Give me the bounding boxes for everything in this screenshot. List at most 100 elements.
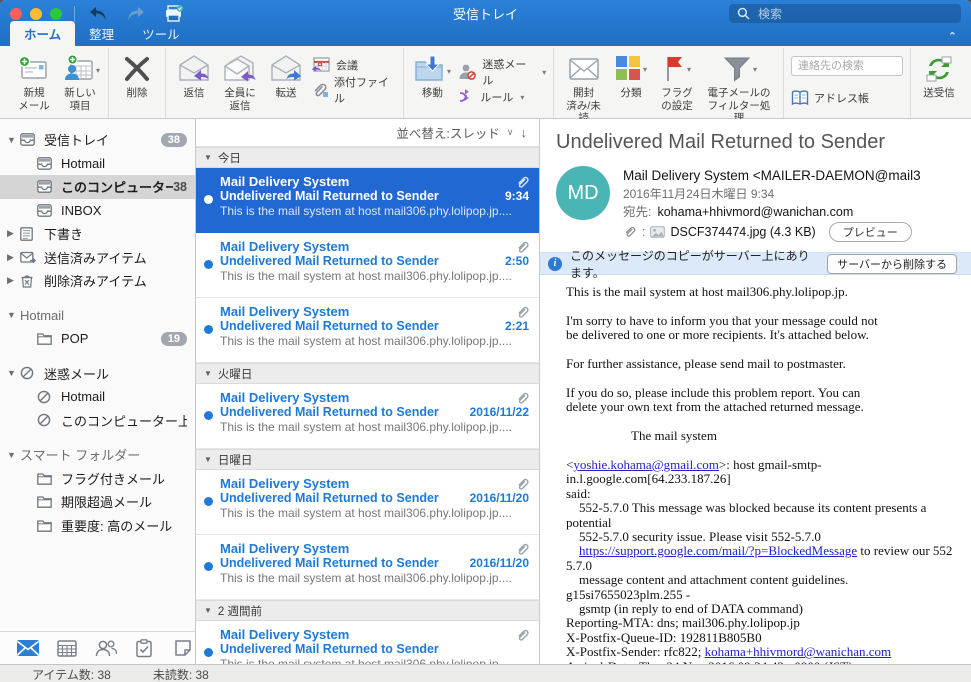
ribbon-group-tags: 開封 済み/未読 ▾ 分類 bbox=[554, 48, 784, 124]
new-mail-button[interactable]: 新規 メール bbox=[11, 50, 57, 112]
sidebar-item-下書き[interactable]: ▶ 下書き bbox=[0, 222, 195, 246]
move-button[interactable]: ▾ 移動 bbox=[409, 50, 455, 100]
attachment-name[interactable]: DSCF374474.jpg (4.3 KB) bbox=[670, 223, 815, 241]
collapse-ribbon-icon[interactable]: ⌃ bbox=[948, 30, 957, 43]
paperclip-icon bbox=[516, 175, 529, 189]
close-window-button[interactable] bbox=[10, 7, 22, 20]
tab-整理[interactable]: 整理 bbox=[75, 21, 128, 46]
body-line: I'm sorry to have to inform you that you… bbox=[566, 312, 878, 328]
rules-button[interactable]: ルール ▾ bbox=[457, 88, 546, 106]
sidebar-item-フラグ付きメール[interactable]: フラグ付きメール bbox=[0, 467, 195, 491]
sidebar-item-Hotmail[interactable]: Hotmail bbox=[0, 385, 195, 409]
search-box[interactable] bbox=[729, 4, 961, 23]
delete-button[interactable]: 削除 bbox=[114, 50, 160, 100]
group-disclosure-icon[interactable]: ▼ bbox=[204, 153, 212, 162]
junk-mail-button[interactable]: 迷惑メール ▾ bbox=[457, 56, 546, 88]
address-book-button[interactable]: アドレス帳 bbox=[791, 90, 903, 106]
disclosure-down-icon[interactable]: ▼ bbox=[7, 450, 20, 460]
disclosure-down-icon[interactable]: ▼ bbox=[7, 368, 20, 378]
body-link[interactable]: kohama+hhivmord@wanichan.com bbox=[705, 644, 891, 659]
message-row[interactable]: Mail Delivery System Undelivered Mail Ret… bbox=[196, 621, 539, 664]
sidebar-item-このコンピューター上[interactable]: このコンピューター上 bbox=[0, 409, 195, 433]
message-row[interactable]: Mail Delivery System Undelivered Mail Ret… bbox=[196, 298, 539, 363]
message-group-header[interactable]: ▼ 今日 bbox=[196, 147, 539, 168]
tab-ホーム[interactable]: ホーム bbox=[10, 21, 76, 46]
undo-icon[interactable] bbox=[87, 5, 109, 23]
sidebar-item-重要度: 高のメール[interactable]: 重要度: 高のメール bbox=[0, 514, 195, 538]
folder-icon bbox=[37, 471, 54, 486]
items-count: アイテム数: 38 bbox=[32, 667, 111, 682]
categorize-button[interactable]: ▾ 分類 bbox=[608, 50, 654, 100]
folder-icon bbox=[37, 331, 54, 346]
send-receive-button[interactable]: 送受信 bbox=[916, 50, 962, 100]
body-link[interactable]: https://support.google.com/mail/?p=Block… bbox=[579, 543, 857, 558]
sidebar-item-迷惑メール[interactable]: ▼ 迷惑メール bbox=[0, 362, 195, 386]
calendar-module-icon[interactable] bbox=[55, 638, 79, 658]
disclosure-right-icon[interactable]: ▶ bbox=[7, 252, 20, 263]
message-rows: ▼ 今日 Mail Delivery System Undelivered Mail … bbox=[196, 147, 539, 664]
message-body: This is the mail system at host mail306.… bbox=[540, 275, 971, 664]
body-line: be delivered to one or more recipients. … bbox=[566, 327, 869, 343]
reply-all-label: 全員に 返信 bbox=[224, 87, 256, 112]
group-disclosure-icon[interactable]: ▼ bbox=[204, 369, 212, 378]
search-icon bbox=[737, 7, 750, 20]
search-input[interactable] bbox=[756, 5, 953, 22]
message-header: MD Mail Delivery System <MAILER-DAEMON@m… bbox=[540, 160, 971, 252]
sidebar-item-受信トレイ[interactable]: ▼ 受信トレイ 38 bbox=[0, 128, 195, 152]
filter-button[interactable]: ▾ 電子メールの フィルター処理 bbox=[700, 50, 778, 125]
sidebar-item-このコンピューター上[interactable]: このコンピューター上38 bbox=[0, 175, 195, 199]
sidebar-item-削除済みアイテム[interactable]: ▶ 削除済みアイテム bbox=[0, 269, 195, 293]
group-disclosure-icon[interactable]: ▼ bbox=[204, 606, 212, 615]
categorize-icon: ▾ bbox=[613, 50, 649, 87]
message-row[interactable]: Mail Delivery System Undelivered Mail Ret… bbox=[196, 168, 539, 233]
sidebar-item-送信済みアイテム[interactable]: ▶ 送信済みアイテム bbox=[0, 246, 195, 270]
sidebar-item-Hotmail[interactable]: Hotmail bbox=[0, 152, 195, 176]
body-line: gsmtp (in reply to end of DATA command) bbox=[566, 601, 803, 617]
message-group-header[interactable]: ▼ 2 週間前 bbox=[196, 600, 539, 621]
minimize-window-button[interactable] bbox=[30, 7, 42, 20]
sidebar-item-INBOX[interactable]: INBOX bbox=[0, 199, 195, 223]
unread-count-text: 38 bbox=[173, 179, 187, 194]
sidebar-item-スマート フォルダー[interactable]: ▼ スマート フォルダー bbox=[0, 443, 195, 467]
zoom-window-button[interactable] bbox=[50, 7, 62, 20]
preview-button[interactable]: プレビュー bbox=[828, 222, 912, 243]
reply-all-button[interactable]: 全員に 返信 bbox=[217, 50, 263, 112]
attachment-button[interactable]: 添付ファイル bbox=[311, 74, 396, 106]
tab-ツール[interactable]: ツール bbox=[128, 21, 194, 46]
print-icon[interactable] bbox=[163, 5, 185, 23]
people-module-icon[interactable] bbox=[94, 638, 118, 658]
sort-header[interactable]: 並べ替え:スレッド ∨ ↓ bbox=[196, 119, 539, 147]
folder-list: ▼受信トレイ38Hotmailこのコンピューター上38INBOX▶下書き▶送信済… bbox=[0, 119, 195, 631]
new-item-button[interactable]: ▾ 新しい 項目 bbox=[57, 50, 103, 112]
group-disclosure-icon[interactable]: ▼ bbox=[204, 455, 212, 464]
paperclip-icon bbox=[516, 628, 529, 642]
notes-module-icon[interactable] bbox=[171, 638, 195, 658]
disclosure-down-icon[interactable]: ▼ bbox=[7, 310, 20, 320]
address-book-icon bbox=[791, 90, 809, 106]
sort-direction-icon[interactable]: ↓ bbox=[521, 125, 528, 140]
message-row[interactable]: Mail Delivery System Undelivered Mail Ret… bbox=[196, 384, 539, 449]
reply-button[interactable]: 返信 bbox=[171, 50, 217, 100]
sidebar-item-期限超過メール[interactable]: 期限超過メール bbox=[0, 490, 195, 514]
sidebar-item-POP[interactable]: POP 19 bbox=[0, 327, 195, 351]
tasks-module-icon[interactable] bbox=[133, 638, 157, 658]
delete-from-server-button[interactable]: サーバーから削除する bbox=[827, 253, 957, 274]
disclosure-down-icon[interactable]: ▼ bbox=[7, 135, 20, 145]
mail-module-icon[interactable] bbox=[16, 638, 40, 658]
message-row[interactable]: Mail Delivery System Undelivered Mail Ret… bbox=[196, 470, 539, 535]
disclosure-right-icon[interactable]: ▶ bbox=[7, 275, 20, 286]
sidebar-item-Hotmail[interactable]: ▼ Hotmail bbox=[0, 304, 195, 328]
redo-icon[interactable] bbox=[125, 5, 147, 23]
message-row[interactable]: Mail Delivery System Undelivered Mail Ret… bbox=[196, 233, 539, 298]
message-row[interactable]: Mail Delivery System Undelivered Mail Ret… bbox=[196, 535, 539, 600]
flag-button[interactable]: ▾ フラグ の設定 bbox=[654, 50, 700, 112]
message-group-header[interactable]: ▼ 火曜日 bbox=[196, 363, 539, 384]
svg-text:▾: ▾ bbox=[96, 66, 100, 75]
meeting-button[interactable]: 会議 bbox=[311, 56, 396, 74]
message-group-header[interactable]: ▼ 日曜日 bbox=[196, 449, 539, 470]
read-unread-button[interactable]: 開封 済み/未読 bbox=[559, 50, 608, 125]
forward-button[interactable]: 転送 bbox=[263, 50, 309, 100]
contact-search-input[interactable] bbox=[791, 56, 903, 76]
disclosure-right-icon[interactable]: ▶ bbox=[7, 228, 20, 239]
body-link[interactable]: yoshie.kohama@gmail.com bbox=[573, 457, 719, 472]
